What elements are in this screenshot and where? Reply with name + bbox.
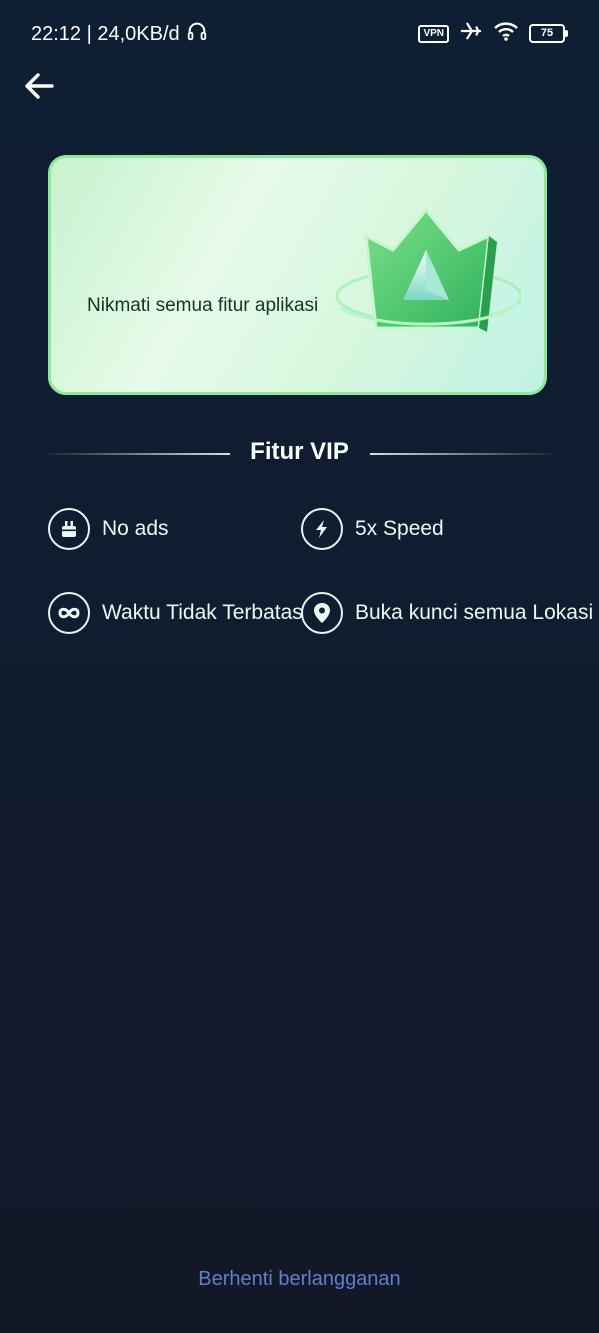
vpn-badge: VPN: [418, 24, 449, 43]
status-left: 22:12 | 24,0KB/d: [31, 20, 208, 48]
banner-text: Nikmati semua fitur aplikasi: [87, 295, 319, 316]
feature-unlimited-time: Waktu Tidak Terbatas: [48, 590, 303, 636]
section-title: Fitur VIP: [250, 438, 349, 465]
airplane-icon: [459, 20, 483, 47]
arrow-left-icon: [25, 73, 54, 99]
wifi-icon: [493, 20, 519, 47]
feature-no-ads: No ads: [48, 506, 169, 552]
vip-banner: Nikmati semua fitur aplikasi: [48, 155, 547, 395]
feature-label: 5x Speed: [355, 517, 444, 540]
status-time-speed: 22:12 | 24,0KB/d: [31, 22, 180, 45]
headphones-icon: [186, 20, 208, 48]
location-pin-icon: [301, 592, 343, 634]
infinity-icon: [48, 592, 90, 634]
feature-label: Buka kunci semua Lokasi: [355, 601, 594, 624]
crown-icon: [335, 208, 521, 332]
feature-speed: 5x Speed: [301, 506, 444, 552]
back-button[interactable]: [22, 70, 58, 102]
unsubscribe-link[interactable]: Berhenti berlangganan: [0, 1268, 599, 1291]
feature-label: Waktu Tidak Terbatas: [102, 601, 303, 624]
no-ads-icon: [48, 508, 90, 550]
feature-label: No ads: [102, 517, 169, 540]
divider-right: [370, 453, 560, 455]
battery-icon: 75: [529, 24, 568, 43]
feature-unlock-locations: Buka kunci semua Lokasi: [301, 590, 593, 636]
lightning-icon: [301, 508, 343, 550]
status-right: VPN 75: [418, 20, 568, 47]
status-bar: 22:12 | 24,0KB/d VPN 75: [0, 0, 599, 64]
